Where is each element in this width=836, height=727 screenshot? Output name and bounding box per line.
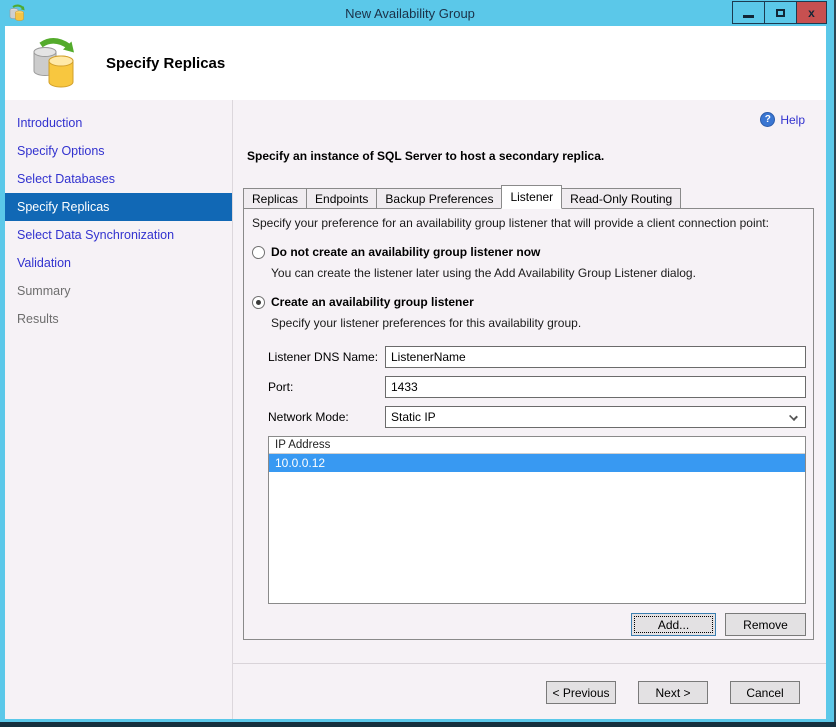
maximize-button[interactable]	[764, 1, 797, 24]
page-title: Specify Replicas	[106, 54, 226, 72]
window-edge-bottom	[0, 722, 836, 727]
port-row: Port:	[268, 376, 806, 398]
sidebar-item-specify-replicas[interactable]: Specify Replicas	[5, 193, 232, 221]
ip-address-list[interactable]: IP Address 10.0.0.12	[268, 436, 806, 604]
tab-read-only-routing[interactable]: Read-Only Routing	[561, 188, 682, 209]
radio-no-listener-label: Do not create an availability group list…	[271, 245, 541, 259]
radio-create-listener-description: Specify your listener preferences for th…	[271, 316, 582, 330]
footer-buttons: < Previous Next > Cancel	[524, 681, 800, 704]
wizard-footer: < Previous Next > Cancel	[233, 663, 826, 719]
listener-preference-text: Specify your preference for an availabil…	[252, 216, 769, 230]
close-icon: x	[808, 5, 815, 20]
window-controls: x	[732, 1, 827, 24]
network-mode-value: Static IP	[391, 410, 436, 424]
sidebar-item-introduction[interactable]: Introduction	[5, 109, 232, 137]
tab-replicas[interactable]: Replicas	[243, 188, 308, 209]
radio-option-no-listener[interactable]: Do not create an availability group list…	[252, 245, 813, 259]
content-column: ? Help Specify an instance of SQL Server…	[233, 100, 826, 719]
add-button[interactable]: Add...	[631, 613, 716, 636]
dns-name-row: Listener DNS Name:	[268, 346, 806, 368]
network-mode-select[interactable]: Static IP	[385, 406, 806, 428]
minimize-icon	[743, 14, 754, 18]
radio-create-listener-label: Create an availability group listener	[271, 295, 474, 309]
network-mode-row: Network Mode: Static IP	[268, 406, 806, 428]
dialog-body: Introduction Specify Options Select Data…	[5, 100, 826, 719]
help-icon: ?	[760, 112, 776, 127]
radio-unselected-icon[interactable]	[252, 245, 265, 259]
next-button[interactable]: Next >	[638, 681, 708, 704]
radio-option-create-listener[interactable]: Create an availability group listener	[252, 295, 813, 309]
listener-fields: Listener DNS Name: Port: Network Mode:	[268, 346, 806, 428]
dialog-card: Specify Replicas Introduction Specify Op…	[5, 26, 826, 719]
tab-strip: Replicas Endpoints Backup Preferences Li…	[243, 185, 682, 209]
sidebar-item-select-databases[interactable]: Select Databases	[5, 165, 232, 193]
main-content: ? Help Specify an instance of SQL Server…	[233, 100, 826, 663]
listener-tab-panel: Specify your preference for an availabil…	[243, 208, 814, 640]
window-title: New Availability Group	[345, 5, 475, 21]
wizard-header: Specify Replicas	[5, 26, 826, 100]
close-button[interactable]: x	[796, 1, 827, 24]
ip-address-row[interactable]: 10.0.0.12	[269, 454, 805, 472]
radio-selected-icon[interactable]	[252, 295, 265, 309]
sidebar-item-validation[interactable]: Validation	[5, 249, 232, 277]
replicas-database-icon	[33, 38, 74, 88]
ip-address-column-header: IP Address	[269, 437, 805, 454]
port-input[interactable]	[385, 376, 806, 398]
remove-button[interactable]: Remove	[725, 613, 806, 636]
ip-list-buttons: Add... Remove	[244, 613, 806, 636]
previous-button[interactable]: < Previous	[546, 681, 616, 704]
sidebar-item-select-data-synchronization[interactable]: Select Data Synchronization	[5, 221, 232, 249]
title-bar: New Availability Group x	[0, 0, 836, 26]
dns-name-label: Listener DNS Name:	[268, 350, 379, 364]
minimize-button[interactable]	[732, 1, 765, 24]
sidebar-item-specify-options[interactable]: Specify Options	[5, 137, 232, 165]
wizard-steps-sidebar: Introduction Specify Options Select Data…	[5, 100, 233, 719]
help-label: Help	[780, 112, 805, 127]
tab-backup-preferences[interactable]: Backup Preferences	[376, 188, 503, 209]
radio-no-listener-description: You can create the listener later using …	[271, 266, 696, 280]
maximize-icon	[776, 8, 785, 17]
cancel-button[interactable]: Cancel	[730, 681, 800, 704]
help-link[interactable]: ? Help	[760, 112, 805, 127]
new-availability-group-window: New Availability Group x Specify Replica…	[0, 0, 836, 727]
sidebar-item-results: Results	[17, 312, 59, 326]
tab-endpoints[interactable]: Endpoints	[306, 188, 378, 209]
instruction-text: Specify an instance of SQL Server to hos…	[247, 149, 605, 163]
network-mode-label: Network Mode:	[268, 410, 349, 424]
tab-listener[interactable]: Listener	[501, 185, 563, 209]
dns-name-input[interactable]	[385, 346, 806, 368]
port-label: Port:	[268, 380, 294, 394]
sidebar-item-summary: Summary	[17, 284, 71, 298]
chevron-down-icon	[789, 412, 798, 421]
